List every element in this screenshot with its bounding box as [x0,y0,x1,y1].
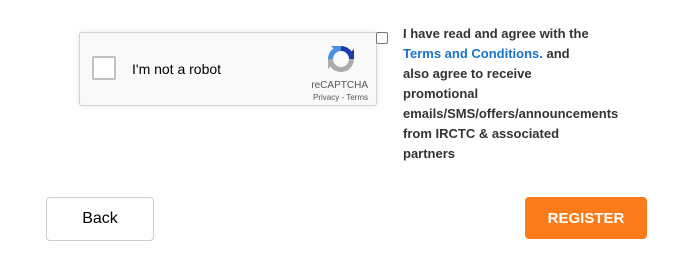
agreement-line-1: I have read and agree with the [403,26,589,41]
terms-and-conditions-link[interactable]: Terms and Conditions. [403,46,543,61]
back-button[interactable]: Back [46,197,154,241]
recaptcha-terms-link[interactable]: Terms [346,93,368,102]
recaptcha-logo-icon [328,46,354,72]
register-button[interactable]: REGISTER [525,197,647,239]
agreement-line-3: also agree to receive [403,66,532,81]
agreement-line-4: promotional [403,86,479,101]
recaptcha-label: I'm not a robot [132,61,222,77]
agreement-line-6: from IRCTC & associated [403,126,560,141]
recaptcha-checkbox[interactable] [92,56,116,80]
agreement-line-2-suffix: and [542,46,570,61]
registration-footer: I'm not a robot reCAPTCHA Privacy - Term… [0,0,678,254]
agree-terms-checkbox[interactable] [376,32,388,44]
agreement-line-2: Terms and Conditions. and [403,44,653,64]
agreement-text: I have read and agree with the Terms and… [403,24,653,164]
recaptcha-brand: reCAPTCHA [311,80,368,91]
recaptcha-links: Privacy - Terms [313,93,368,102]
recaptcha-widget: I'm not a robot reCAPTCHA Privacy - Term… [79,32,377,106]
recaptcha-privacy-link[interactable]: Privacy [313,93,339,102]
agreement-line-7: partners [403,146,456,161]
agreement-line-5: emails/SMS/offers/announcements [403,106,619,121]
